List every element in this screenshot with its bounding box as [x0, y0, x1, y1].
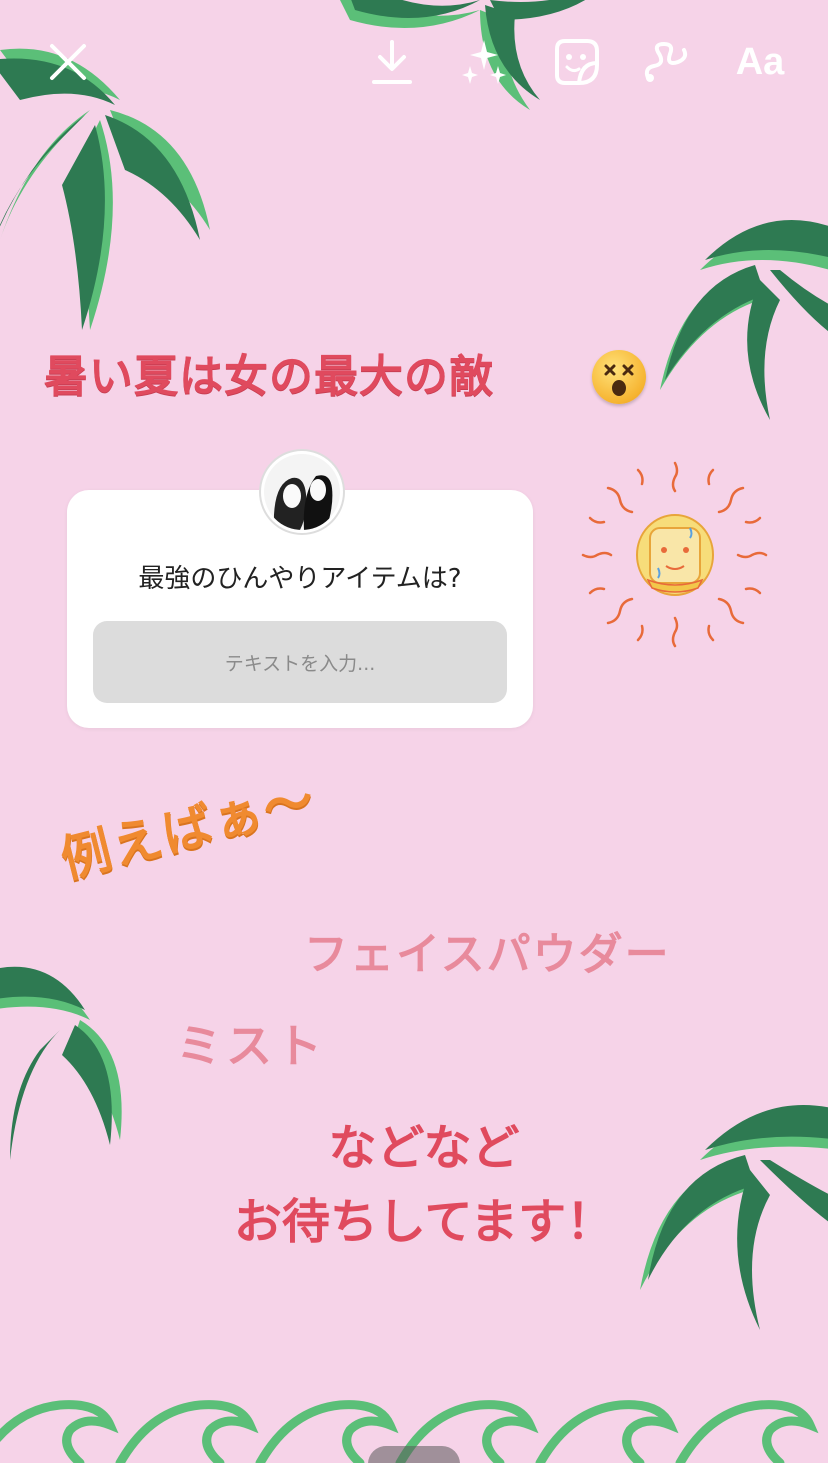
- closing-text[interactable]: お待ちしてます！: [0, 1182, 828, 1252]
- sparkle-effects-icon: [462, 40, 506, 84]
- dizzy-face-emoji-icon[interactable]: [592, 350, 646, 404]
- draw-icon: [644, 41, 688, 82]
- example-intro-text[interactable]: 例えばぁ〜: [53, 759, 323, 892]
- close-button[interactable]: [36, 30, 100, 94]
- example-item-text[interactable]: ミスト: [176, 1010, 326, 1076]
- draw-button[interactable]: [634, 30, 698, 94]
- sticker-icon: [555, 39, 599, 85]
- text-tool-button[interactable]: Aa: [728, 30, 792, 94]
- question-answer-input[interactable]: テキストを入力...: [93, 621, 507, 703]
- effects-button[interactable]: [452, 30, 516, 94]
- page-indicator: [368, 1446, 460, 1463]
- palm-tree-decoration: [660, 220, 828, 420]
- sticker-button[interactable]: [544, 30, 608, 94]
- example-item-text[interactable]: フェイスパウダー: [304, 918, 671, 982]
- question-answer-placeholder: テキストを入力...: [224, 652, 376, 675]
- text-tool-label: Aa: [735, 40, 785, 83]
- question-sticker-text: 最強のひんやりアイテムは?: [138, 564, 462, 594]
- story-editor-canvas: Aa 暑い夏は女の最大の敵 最強のひんやりアイテムは? テキストを入力... 例…: [0, 0, 828, 1463]
- sun-sticker: [581, 461, 768, 648]
- closing-text[interactable]: などなど: [0, 1108, 828, 1178]
- close-icon: [50, 44, 86, 80]
- download-button[interactable]: [360, 30, 424, 94]
- top-toolbar: Aa: [0, 0, 828, 120]
- story-headline[interactable]: 暑い夏は女の最大の敵: [44, 340, 494, 404]
- avatar: [261, 451, 343, 533]
- download-icon: [372, 40, 412, 84]
